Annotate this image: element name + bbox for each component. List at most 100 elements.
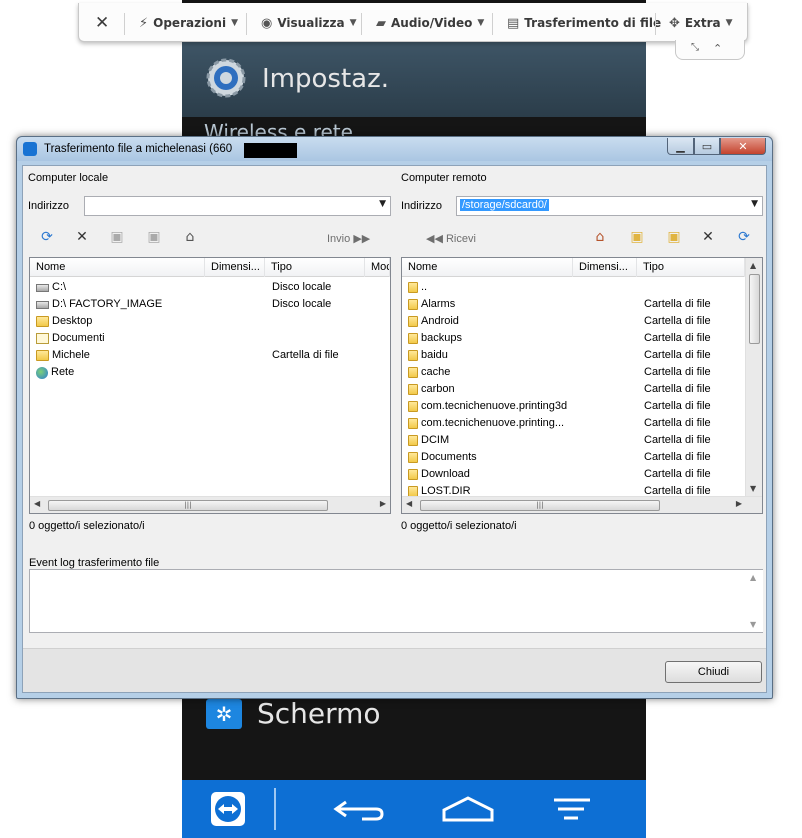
home-icon[interactable]: ⌂ [591,228,609,246]
maximize-button[interactable]: ▭ [694,138,720,155]
new-folder-icon[interactable]: ▣ [628,228,646,246]
chevron-down-icon: ▼ [349,18,357,28]
scroll-right-icon[interactable]: ▶ [380,499,386,508]
list-item[interactable]: carbon Cartella di file [404,381,744,398]
rename-icon[interactable]: ▣ [145,228,163,246]
display-settings-item[interactable]: ✲ Schermo [182,697,646,741]
remote-control-toolbar: ✕ ⚡ Operazioni ▼ ◉ Visualizza ▼ ▰ Audio/… [78,3,748,42]
list-item[interactable]: com.tecnichenuove.printing3d Cartella di … [404,398,744,415]
list-item[interactable]: Desktop [32,313,388,330]
rename-icon[interactable]: ▣ [665,228,683,246]
list-item[interactable]: C:\ Disco locale [32,279,388,296]
eye-icon: ◉ [261,15,273,31]
scroll-down-icon[interactable]: ▼ [750,484,756,493]
folder-icon [408,452,418,463]
list-item[interactable]: com.tecnichenuove.printing... Cartella di… [404,415,744,432]
item-name: com.tecnichenuove.printing... [421,417,565,429]
col-tipo[interactable]: Tipo [265,258,365,277]
list-item[interactable]: Rete [32,364,388,381]
folder-icon [408,316,418,327]
item-type: Disco locale [272,281,332,293]
toolbar-separator [124,13,125,35]
event-log-label: Event log trasferimento file [29,557,160,569]
event-log-scrollbar[interactable]: ▲ ▼ [746,570,763,632]
teamviewer-icon[interactable] [208,790,248,828]
home-icon[interactable]: ⌂ [181,228,199,246]
col-tipo[interactable]: Tipo [637,258,745,277]
receive-arrow-icon: ◀◀ [426,233,446,245]
list-item[interactable]: baidu Cartella di file [404,347,744,364]
scroll-up-icon[interactable]: ▲ [750,573,756,582]
scroll-left-icon[interactable]: ◀ [406,499,412,508]
remote-vscrollbar[interactable]: ▲ ▼ [745,258,762,496]
folder-icon [36,316,49,327]
menu-icon[interactable] [550,790,594,828]
list-item[interactable]: D:\ FACTORY_IMAGE Disco locale [32,296,388,313]
col-dimensione[interactable]: Dimensi... [205,258,265,277]
dialog-titlebar[interactable]: Trasferimento file a michelenasi (660 ▁ … [17,137,772,161]
refresh-icon[interactable]: ⟳ [38,228,56,246]
item-name: carbon [421,383,455,395]
list-item[interactable]: Documents Cartella di file [404,449,744,466]
folder-icon [408,435,418,446]
list-item[interactable]: backups Cartella di file [404,330,744,347]
list-item[interactable]: DCIM Cartella di file [404,432,744,449]
minimize-icon: ▁ [676,139,685,153]
col-nome[interactable]: Nome [402,258,573,277]
visualizza-menu[interactable]: ◉ Visualizza ▼ [261,13,357,33]
list-item[interactable]: Android Cartella di file [404,313,744,330]
item-name: Documents [421,451,477,463]
list-item[interactable]: cache Cartella di file [404,364,744,381]
new-folder-icon[interactable]: ▣ [108,228,126,246]
audio-video-menu[interactable]: ▰ Audio/Video ▼ [376,13,484,33]
refresh-icon[interactable]: ⟳ [735,228,753,246]
delete-icon[interactable]: ✕ [699,228,717,246]
scroll-up-icon[interactable]: ▲ [750,261,756,270]
file-transfer-dialog: Trasferimento file a michelenasi (660 ▁ … [16,136,773,699]
remote-address-input[interactable]: /storage/sdcard0/ ▼ [456,196,763,216]
close-session-button[interactable]: ✕ [95,13,109,33]
scroll-left-icon[interactable]: ◀ [34,499,40,508]
list-item[interactable]: Alarms Cartella di file [404,296,744,313]
list-item[interactable]: Download Cartella di file [404,466,744,483]
extra-menu[interactable]: ✥ Extra ▼ [669,13,733,33]
col-dimensione[interactable]: Dimensi... [573,258,637,277]
local-hscrollbar[interactable]: ◀ ||| ▶ [30,496,390,513]
android-navbar [182,780,646,838]
operazioni-menu[interactable]: ⚡ Operazioni ▼ [139,13,238,33]
puzzle-icon: ✥ [669,15,680,31]
list-item[interactable]: .. [404,279,744,296]
item-name: com.tecnichenuove.printing3d [421,400,568,412]
scroll-down-icon[interactable]: ▼ [750,620,756,629]
col-modificato[interactable]: Moc [365,258,390,277]
send-button[interactable]: Invio ▶▶ [327,232,370,245]
list-item[interactable]: Documenti [32,330,388,347]
file-transfer-menu[interactable]: ▤ Trasferimento di file [507,13,661,33]
local-disk-icon [36,283,49,292]
window-close-button[interactable]: ✕ [720,138,766,155]
item-name: baidu [421,349,448,361]
minimize-button[interactable]: ▁ [667,138,694,155]
local-address-input[interactable]: ▼ [84,196,391,216]
col-nome[interactable]: Nome [30,258,205,277]
list-item[interactable]: Michele Cartella di file [32,347,388,364]
local-status: 0 oggetto/i selezionato/i [29,520,145,532]
scroll-thumb[interactable]: ||| [420,500,660,511]
chevron-down-icon: ▼ [725,18,733,28]
delete-icon[interactable]: ✕ [73,228,91,246]
fullscreen-icon[interactable]: ⤡ [691,42,699,53]
toolbar-separator [492,13,493,35]
remote-hscrollbar[interactable]: ◀ ||| ▶ [402,496,762,513]
back-icon[interactable] [332,790,386,828]
receive-label: Ricevi [445,233,476,245]
scroll-thumb[interactable] [749,274,760,344]
collapse-toolbar-icon[interactable]: ⌃ [713,42,722,55]
receive-button[interactable]: ◀◀ Ricevi [426,232,476,245]
item-name: DCIM [421,434,450,446]
home-icon[interactable] [440,790,496,828]
extra-label: Extra [684,16,721,30]
scroll-right-icon[interactable]: ▶ [736,499,742,508]
item-type: Cartella di file [644,434,711,446]
scroll-thumb[interactable]: ||| [48,500,328,511]
close-button[interactable]: Chiudi [665,661,762,683]
